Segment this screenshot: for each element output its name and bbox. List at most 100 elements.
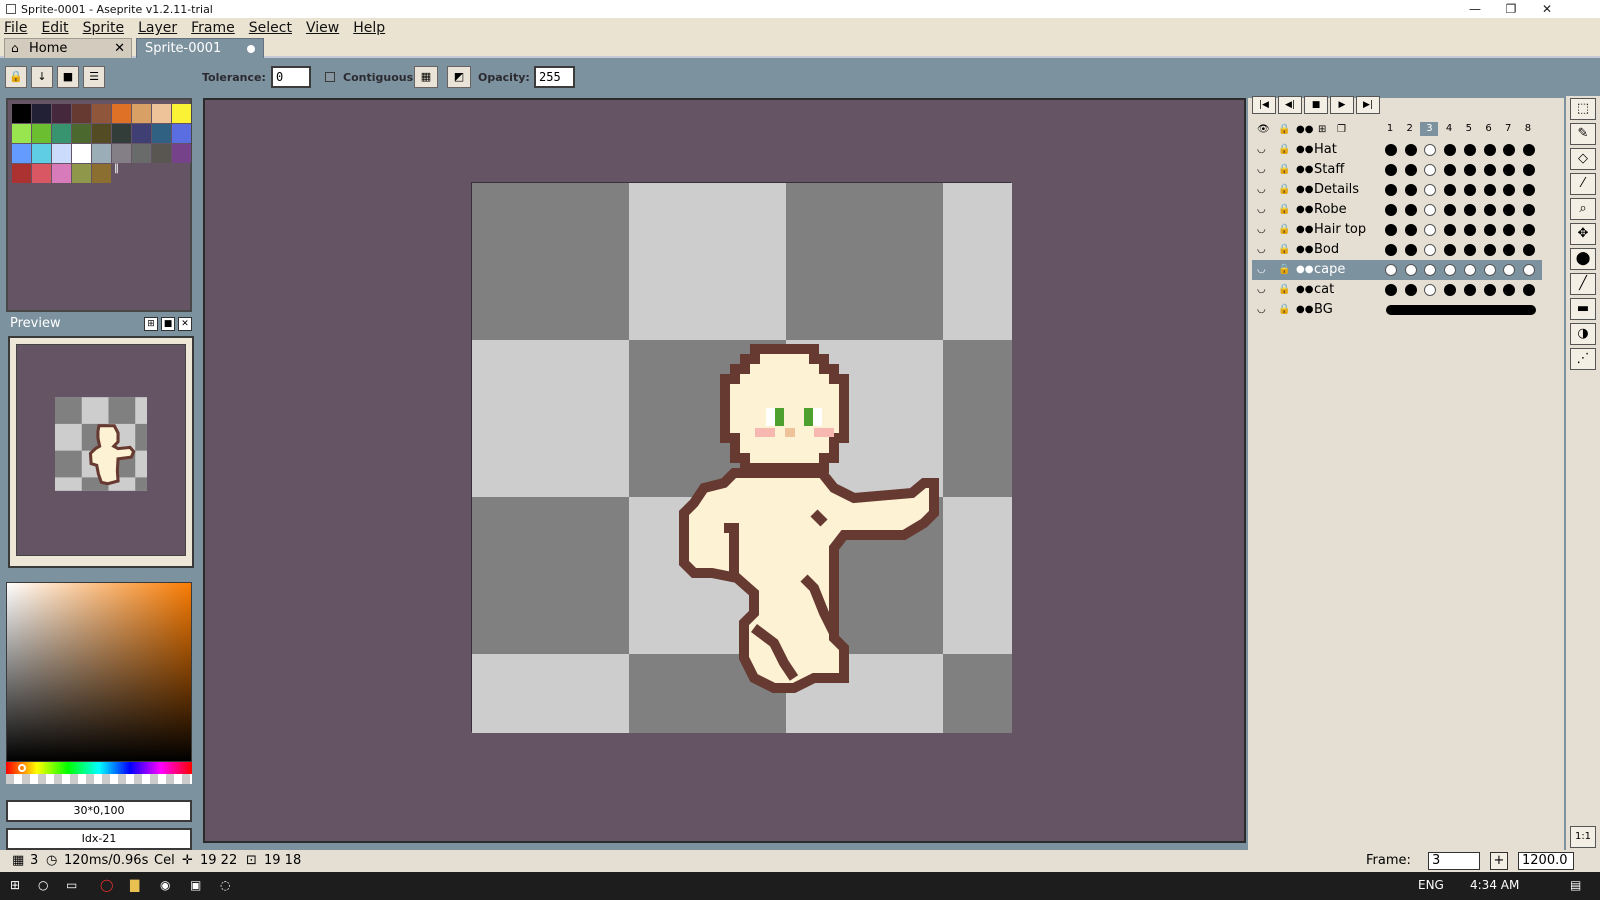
palette-swatch[interactable] — [152, 124, 171, 143]
lock-icon[interactable]: 🔒 — [1278, 304, 1290, 316]
cel[interactable] — [1503, 164, 1516, 176]
lock-icon[interactable]: 🔒 — [1278, 284, 1290, 296]
menu-file[interactable]: File — [4, 20, 27, 36]
palette-swatch[interactable] — [132, 104, 151, 123]
alpha-slider[interactable] — [6, 774, 192, 784]
close-window-button[interactable]: ✕ — [1528, 0, 1566, 18]
palette-swatch[interactable] — [52, 164, 71, 183]
menu-edit[interactable]: Edit — [41, 20, 68, 36]
cel[interactable] — [1522, 224, 1535, 236]
lock-icon[interactable]: 🔒 — [1278, 244, 1290, 256]
palette-swatch[interactable] — [72, 104, 91, 123]
cel[interactable] — [1483, 204, 1496, 216]
palette-swatch[interactable] — [172, 124, 191, 143]
onion-skin-icon[interactable]: ⊞ — [1318, 124, 1326, 136]
cel[interactable] — [1444, 244, 1457, 256]
cel[interactable] — [1424, 164, 1437, 176]
notification-icon[interactable]: ▤ — [1570, 878, 1581, 892]
cel[interactable] — [1522, 284, 1535, 296]
last-frame-button[interactable]: ▶| — [1356, 96, 1380, 114]
hue-slider[interactable] — [6, 762, 192, 774]
windows-start-icon[interactable]: ⊞ — [10, 878, 20, 892]
cel[interactable] — [1463, 244, 1476, 256]
cel[interactable] — [1522, 264, 1535, 276]
layer-row[interactable]: ◡ 🔒 ●● Robe — [1252, 200, 1542, 220]
palette-swatch[interactable] — [72, 144, 91, 163]
stop-anim-button[interactable]: ■ — [1304, 96, 1328, 114]
layer-row[interactable]: ◡ 🔒 ●● Staff — [1252, 160, 1542, 180]
continuous-icon[interactable]: ●● — [1296, 284, 1313, 296]
continuous-icon[interactable]: ●● — [1296, 144, 1313, 156]
blur-icon[interactable]: ◑ — [1570, 323, 1596, 345]
lock-icon[interactable]: 🔒 — [1278, 264, 1290, 276]
palette-swatch[interactable] — [12, 104, 31, 123]
cel[interactable] — [1483, 264, 1496, 276]
eye-icon[interactable]: ◡ — [1257, 224, 1266, 236]
palette-swatch[interactable] — [52, 104, 71, 123]
layer-row[interactable]: ◡ 🔒 ●● Hat — [1252, 140, 1542, 160]
eyedropper-icon[interactable]: ⁄ — [1570, 173, 1596, 195]
minimize-button[interactable]: — — [1456, 0, 1494, 18]
opera-icon[interactable]: ◯ — [100, 878, 113, 892]
eraser-icon[interactable]: ◇ — [1570, 148, 1596, 170]
cel[interactable] — [1404, 204, 1417, 216]
lock-button[interactable]: 🔒 — [5, 66, 27, 88]
palette-swatch[interactable] — [72, 124, 91, 143]
cel[interactable] — [1483, 164, 1496, 176]
frame-input[interactable]: 3 — [1428, 852, 1480, 870]
pencil-icon[interactable]: ✎ — [1570, 123, 1596, 145]
color-spectrum[interactable] — [6, 582, 192, 762]
cel[interactable] — [1424, 264, 1437, 276]
canvas-area[interactable] — [203, 98, 1246, 843]
maximize-button[interactable]: ❐ — [1492, 0, 1530, 18]
modified-dot-icon[interactable] — [247, 45, 255, 53]
frame-header[interactable]: 4 — [1440, 122, 1458, 136]
eye-icon[interactable]: ◡ — [1257, 204, 1266, 216]
lock-header-icon[interactable]: 🔒 — [1278, 124, 1290, 136]
palette-swatch[interactable] — [112, 104, 131, 123]
cel[interactable] — [1444, 164, 1457, 176]
cel[interactable] — [1503, 224, 1516, 236]
cel[interactable] — [1444, 224, 1457, 236]
cel[interactable] — [1404, 164, 1417, 176]
cel[interactable] — [1503, 144, 1516, 156]
cel[interactable] — [1503, 204, 1516, 216]
cel-bar[interactable] — [1386, 305, 1536, 315]
cel[interactable] — [1522, 144, 1535, 156]
cel[interactable] — [1463, 144, 1476, 156]
cel[interactable] — [1385, 224, 1397, 236]
cel[interactable] — [1404, 264, 1417, 276]
play-button[interactable]: ▶ — [1330, 96, 1354, 114]
layer-row[interactable]: ◡ 🔒 ●● Hair top — [1252, 220, 1542, 240]
zoom-icon[interactable]: ⌕ — [1570, 198, 1596, 220]
cel[interactable] — [1385, 284, 1397, 296]
continuous-icon[interactable]: ●● — [1296, 304, 1313, 316]
visibility-header-icon[interactable]: 👁 — [1257, 124, 1270, 136]
menu-sprite[interactable]: Sprite — [83, 20, 125, 36]
cel[interactable] — [1424, 224, 1437, 236]
hue-handle[interactable] — [18, 764, 26, 772]
palette-swatch[interactable] — [92, 124, 111, 143]
palette-swatch[interactable] — [92, 164, 111, 183]
frame-header[interactable]: 1 — [1381, 122, 1399, 136]
eye-icon[interactable]: ◡ — [1257, 304, 1266, 316]
menu-layer[interactable]: Layer — [138, 20, 177, 36]
cel[interactable] — [1444, 184, 1457, 196]
cel[interactable] — [1404, 244, 1417, 256]
explorer-icon[interactable]: ▇ — [130, 878, 139, 892]
search-icon[interactable]: ○ — [38, 878, 48, 892]
palette-swatch[interactable] — [32, 144, 51, 163]
layer-row[interactable]: ◡ 🔒 ●● BG — [1252, 300, 1542, 320]
menu-frame[interactable]: Frame — [191, 20, 235, 36]
move-icon[interactable]: ✥ — [1570, 223, 1596, 245]
task-view-icon[interactable]: ▭ — [66, 878, 77, 892]
continuous-icon[interactable]: ●● — [1296, 264, 1313, 276]
palette-swatch[interactable] — [172, 104, 191, 123]
menu-select[interactable]: Select — [249, 20, 292, 36]
cel[interactable] — [1522, 184, 1535, 196]
cel[interactable] — [1385, 264, 1397, 276]
tolerance-input[interactable]: 0 — [271, 66, 311, 88]
cel[interactable] — [1424, 184, 1437, 196]
menu-view[interactable]: View — [306, 20, 339, 36]
eye-icon[interactable]: ◡ — [1257, 184, 1266, 196]
